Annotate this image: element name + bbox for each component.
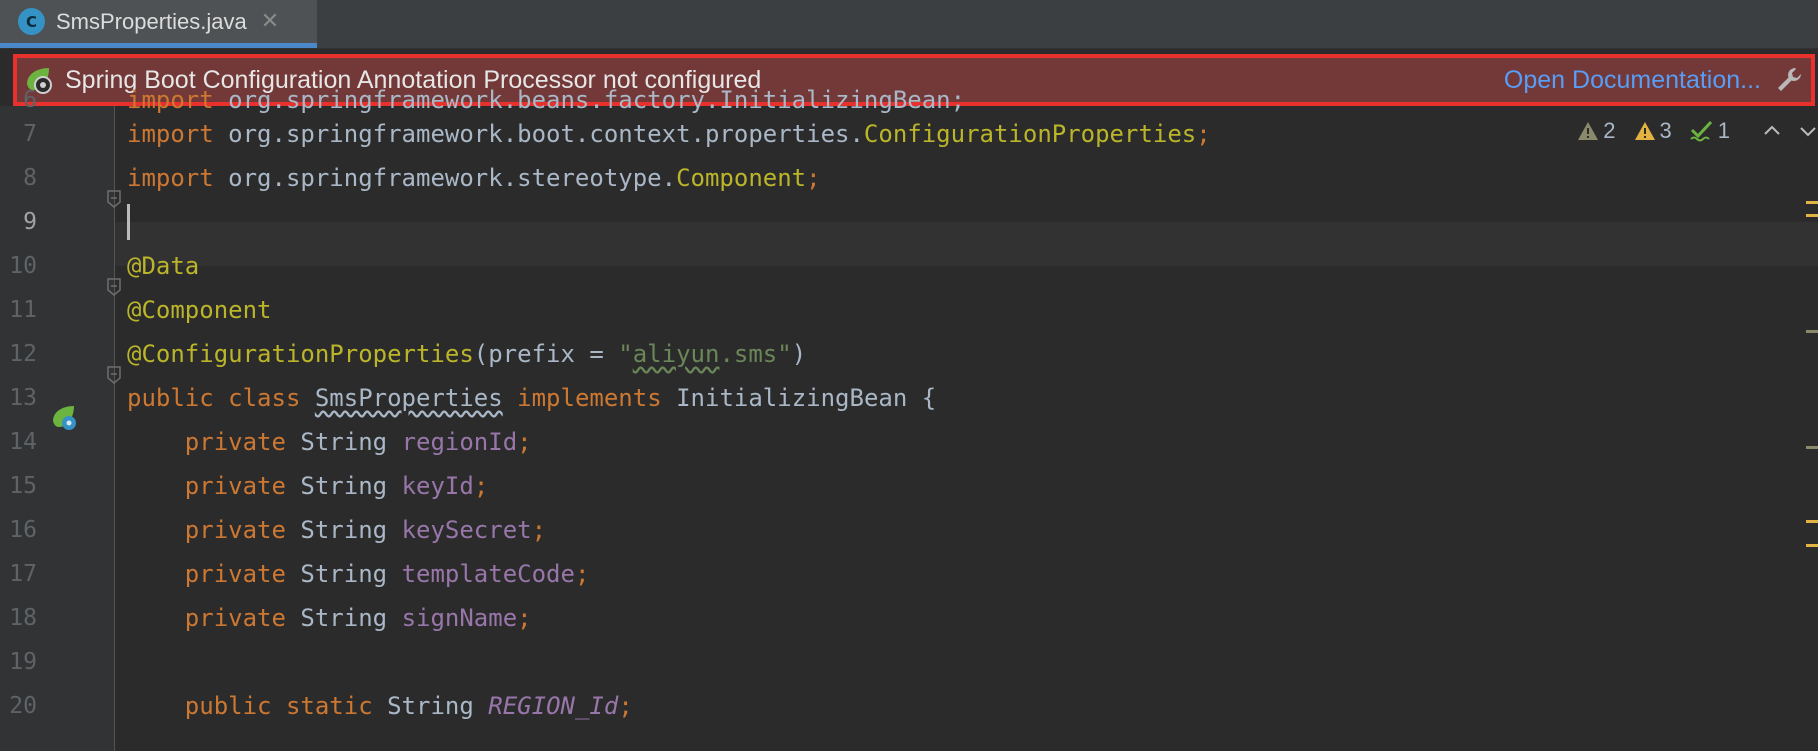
wrench-icon[interactable] bbox=[1775, 66, 1803, 94]
line-number: 8 bbox=[23, 165, 37, 191]
code-line: private String templateCode; bbox=[184, 560, 590, 588]
spring-bean-gutter-icon[interactable] bbox=[50, 403, 80, 433]
code-line: private String keyId; bbox=[184, 472, 489, 500]
line-number: 17 bbox=[9, 561, 37, 587]
line-number: 15 bbox=[9, 473, 37, 499]
line-number: 10 bbox=[9, 253, 37, 279]
code-line: import org.springframework.stereotype.Co… bbox=[127, 164, 821, 192]
code-line: import org.springframework.boot.context.… bbox=[127, 120, 1211, 148]
warning-count[interactable]: 3 bbox=[1634, 118, 1672, 144]
line-number: 7 bbox=[23, 121, 37, 147]
code-line: public static String REGION_Id; bbox=[184, 692, 633, 720]
code-line: private String signName; bbox=[184, 604, 532, 632]
line-number: 12 bbox=[9, 341, 37, 367]
current-line-highlight bbox=[115, 222, 1818, 266]
warning-icon bbox=[1634, 122, 1655, 140]
error-stripe-marker[interactable] bbox=[1806, 201, 1818, 204]
line-number: 19 bbox=[9, 649, 37, 675]
editor-tab-bar: C SmsProperties.java ✕ bbox=[0, 0, 1818, 49]
line-number: 14 bbox=[9, 429, 37, 455]
typo-check-icon bbox=[1690, 120, 1712, 142]
error-stripe-marker[interactable] bbox=[1806, 544, 1818, 547]
close-tab-icon[interactable]: ✕ bbox=[261, 9, 279, 34]
next-highlight-icon[interactable] bbox=[1798, 121, 1818, 141]
fold-marker-icon[interactable] bbox=[106, 190, 122, 208]
code-line: @ConfigurationProperties(prefix = "aliyu… bbox=[127, 340, 807, 368]
error-stripe-marker[interactable] bbox=[1806, 520, 1818, 523]
typo-count[interactable]: 1 bbox=[1690, 118, 1730, 144]
inspection-widget[interactable]: 2 3 1 bbox=[1577, 116, 1818, 146]
text-caret bbox=[127, 204, 130, 240]
code-line: private String keySecret; bbox=[184, 516, 547, 544]
fold-marker-icon[interactable] bbox=[106, 366, 122, 384]
tab-smsproperties-java[interactable]: C SmsProperties.java ✕ bbox=[0, 0, 317, 48]
error-stripe-marker[interactable] bbox=[1806, 330, 1818, 333]
line-number: 9 bbox=[23, 209, 37, 235]
open-documentation-link[interactable]: Open Documentation... bbox=[1504, 66, 1761, 95]
weak-warning-icon bbox=[1578, 122, 1599, 140]
line-number: 11 bbox=[9, 297, 37, 323]
error-stripe-marker[interactable] bbox=[1806, 446, 1818, 449]
tab-label: SmsProperties.java bbox=[56, 8, 247, 34]
code-line: private String regionId; bbox=[184, 428, 532, 456]
java-class-icon: C bbox=[18, 8, 45, 35]
code-line: @Component bbox=[127, 296, 272, 324]
line-number: 18 bbox=[9, 605, 37, 631]
line-number: 13 bbox=[9, 385, 37, 411]
fold-marker-icon[interactable] bbox=[106, 278, 122, 296]
error-stripe-marker[interactable] bbox=[1806, 214, 1818, 217]
line-number: 20 bbox=[9, 693, 37, 719]
code-line: public class SmsProperties implements In… bbox=[127, 384, 937, 412]
previous-highlight-icon[interactable] bbox=[1762, 121, 1782, 141]
code-editor[interactable]: 6 7 8 9 10 11 12 13 14 15 16 17 18 19 20… bbox=[0, 86, 1818, 751]
weak-warning-count[interactable]: 2 bbox=[1577, 118, 1616, 144]
line-number: 16 bbox=[9, 517, 37, 543]
code-line: @Data bbox=[127, 252, 200, 280]
